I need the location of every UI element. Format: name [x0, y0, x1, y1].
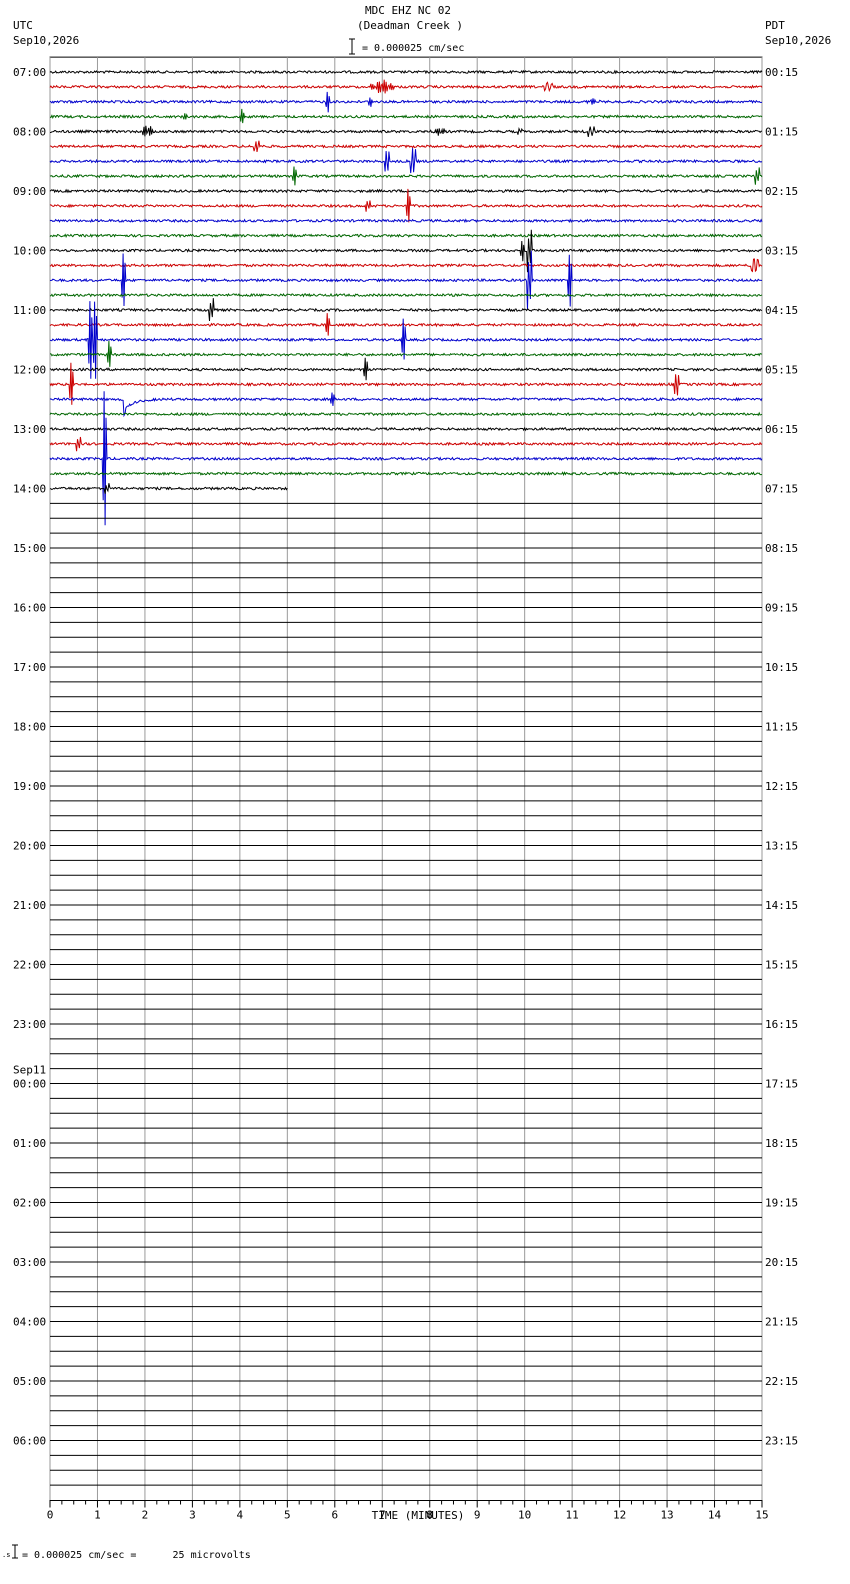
seismic-trace: [49, 426, 763, 432]
utc-hour-label: 06:00: [13, 1435, 46, 1448]
x-tick-label: 14: [708, 1509, 722, 1522]
pdt-time-label: 14:15: [765, 899, 798, 912]
x-tick-label: 0: [47, 1509, 54, 1522]
pdt-time-label: 01:15: [765, 126, 798, 139]
x-tick-label: 11: [566, 1509, 579, 1522]
utc-hour-label: 18:00: [13, 721, 46, 734]
pdt-time-label: 19:15: [765, 1197, 798, 1210]
seismic-trace: [49, 69, 763, 75]
seismic-trace: [49, 471, 763, 477]
utc-hour-label: 05:00: [13, 1375, 46, 1388]
scale-bar: .s: [2, 38, 355, 1559]
seismic-trace: [49, 188, 763, 194]
seismic-trace: [49, 218, 763, 224]
seismic-trace: [49, 140, 763, 152]
seismic-trace: [49, 91, 762, 113]
pdt-time-label: 20:15: [765, 1256, 798, 1269]
utc-hour-label: 09:00: [13, 185, 46, 198]
x-tick-label: 10: [518, 1509, 531, 1522]
pdt-time-label: 17:15: [765, 1078, 798, 1091]
utc-hour-label: 08:00: [13, 126, 46, 139]
x-tick-label: 5: [284, 1509, 291, 1522]
x-tick-label: 3: [189, 1509, 196, 1522]
utc-hour-label: 02:00: [13, 1197, 46, 1210]
utc-hour-label: 17:00: [13, 661, 46, 674]
x-tick-label: 7: [379, 1509, 386, 1522]
utc-hour-label: 19:00: [13, 780, 46, 793]
utc-hour-label: 16:00: [13, 602, 46, 615]
utc-hour-label: 14:00: [13, 483, 46, 496]
pdt-time-label: 10:15: [765, 661, 798, 674]
pdt-time-label: 23:15: [765, 1435, 798, 1448]
seismic-trace: [49, 188, 763, 223]
utc-hour-label: 15:00: [13, 542, 46, 555]
pdt-time-label: 06:15: [765, 423, 798, 436]
pdt-time-label: 18:15: [765, 1137, 798, 1150]
pdt-time-label: 12:15: [765, 780, 798, 793]
seismic-trace: [49, 166, 763, 186]
utc-hour-label: 04:00: [13, 1316, 46, 1329]
pdt-time-label: 04:15: [765, 304, 798, 317]
x-tick-label: 12: [613, 1509, 626, 1522]
seismic-trace: [49, 79, 763, 94]
seismic-trace: [49, 357, 763, 381]
seismic-trace: [49, 292, 763, 298]
pdt-time-label: 08:15: [765, 542, 798, 555]
utc-hour-label: 10:00: [13, 245, 46, 258]
seismic-trace: [49, 258, 763, 273]
x-tick-label: 9: [474, 1509, 481, 1522]
utc-hour-label: 11:00: [13, 304, 46, 317]
pdt-time-label: 13:15: [765, 840, 798, 853]
utc-hour-label: 03:00: [13, 1256, 46, 1269]
seismic-trace: [50, 125, 763, 137]
seismic-trace: [49, 108, 763, 124]
x-tick-label: 2: [142, 1509, 149, 1522]
x-tick-label: 6: [331, 1509, 338, 1522]
seismic-trace: [49, 298, 763, 322]
seismic-trace: [49, 411, 763, 417]
pdt-time-label: 15:15: [765, 959, 798, 972]
utc-hour-label: 22:00: [13, 959, 46, 972]
seismic-trace: [49, 436, 763, 452]
pdt-time-label: 09:15: [765, 602, 798, 615]
x-tick-label: 4: [237, 1509, 244, 1522]
pdt-time-label: 21:15: [765, 1316, 798, 1329]
utc-hour-label: 07:00: [13, 66, 46, 79]
seismic-trace: [49, 483, 288, 494]
utc-hour-label: 21:00: [13, 899, 46, 912]
pdt-time-label: 03:15: [765, 245, 798, 258]
pdt-time-label: 07:15: [765, 483, 798, 496]
utc-hour-label: 12:00: [13, 364, 46, 377]
pdt-time-label: 11:15: [765, 721, 798, 734]
pdt-time-label: 16:15: [765, 1018, 798, 1031]
x-tick-label: 8: [426, 1509, 433, 1522]
utc-hour-label: 23:00: [13, 1018, 46, 1031]
pdt-time-label: 00:15: [765, 66, 798, 79]
seismic-trace: [49, 233, 763, 239]
seismogram-plot: .s 0 1 2 3 4 5 6 7 8 9 10 11 12 13 14 1507:00 00:1508:00…: [2, 38, 798, 1559]
utc-hour-label: 01:00: [13, 1137, 46, 1150]
utc-hour-label: 13:00: [13, 423, 46, 436]
seismic-trace: [49, 301, 763, 379]
seismic-trace: [49, 391, 763, 526]
plot-frame: [49, 56, 763, 1501]
utc-hour-label: 00:00: [13, 1078, 46, 1091]
utc-hour-label: 20:00: [13, 840, 46, 853]
x-tick-label: 15: [755, 1509, 768, 1522]
x-tick-label: 13: [660, 1509, 673, 1522]
x-tick-label: 1: [94, 1509, 101, 1522]
seismic-trace: [49, 340, 763, 367]
svg-text:.s: .s: [2, 1551, 10, 1559]
seismic-trace: [49, 148, 763, 174]
pdt-time-label: 02:15: [765, 185, 798, 198]
pdt-time-label: 22:15: [765, 1375, 798, 1388]
seismic-trace: [49, 392, 763, 418]
seismic-trace: [49, 250, 763, 310]
pdt-time-label: 05:15: [765, 364, 798, 377]
date-change-label: Sep11: [13, 1064, 46, 1077]
